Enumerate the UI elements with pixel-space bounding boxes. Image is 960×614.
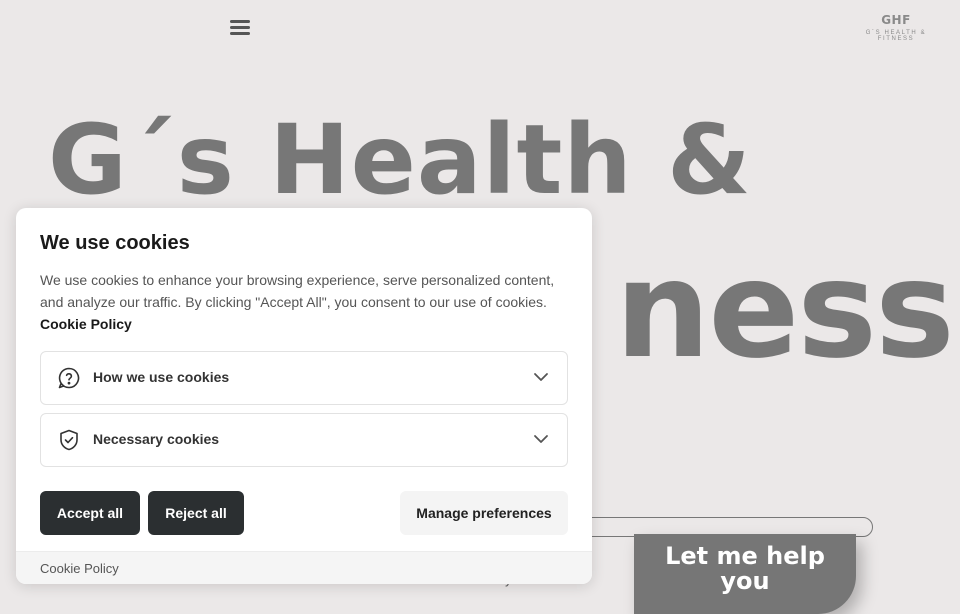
accordion-how-we-use-cookies[interactable]: How we use cookies [40,351,568,405]
cookie-title: We use cookies [40,232,190,254]
logo-mark: GHF [881,13,911,27]
cookie-policy-link[interactable]: Cookie Policy [40,316,132,332]
logo-subtitle: G´S HEALTH & FITNESS [865,30,927,42]
accordion-label: Necessary cookies [93,431,220,447]
cookie-description: We use cookies to enhance your browsing … [40,269,570,335]
cta-label-line-1: Let me help [665,542,825,570]
reject-all-button[interactable]: Reject all [148,491,244,535]
accordion-label: How we use cookies [93,369,230,385]
shield-check-icon [60,429,78,451]
chevron-down-icon [534,435,548,443]
footer-cookie-policy-link[interactable]: Cookie Policy [40,561,119,576]
hero-heading-line-1: G´s Health & [48,104,752,216]
accept-all-button[interactable]: Accept all [40,491,140,535]
chevron-down-icon [534,373,548,381]
hero-heading-line-2: ness [615,232,955,388]
site-logo[interactable]: GHF G´S HEALTH & FITNESS [846,13,946,42]
cta-label-line-2: you [720,567,770,595]
accordion-necessary-cookies[interactable]: Necessary cookies [40,413,568,467]
hamburger-menu-icon[interactable] [229,18,251,38]
question-bubble-icon [58,367,80,389]
cookie-description-text: We use cookies to enhance your browsing … [40,272,555,310]
let-me-help-button[interactable]: Let me help you [634,534,856,614]
cookie-consent-dialog: We use cookies We use cookies to enhance… [16,208,592,584]
manage-preferences-button[interactable]: Manage preferences [400,491,568,535]
cookie-footer: Cookie Policy [16,551,592,584]
